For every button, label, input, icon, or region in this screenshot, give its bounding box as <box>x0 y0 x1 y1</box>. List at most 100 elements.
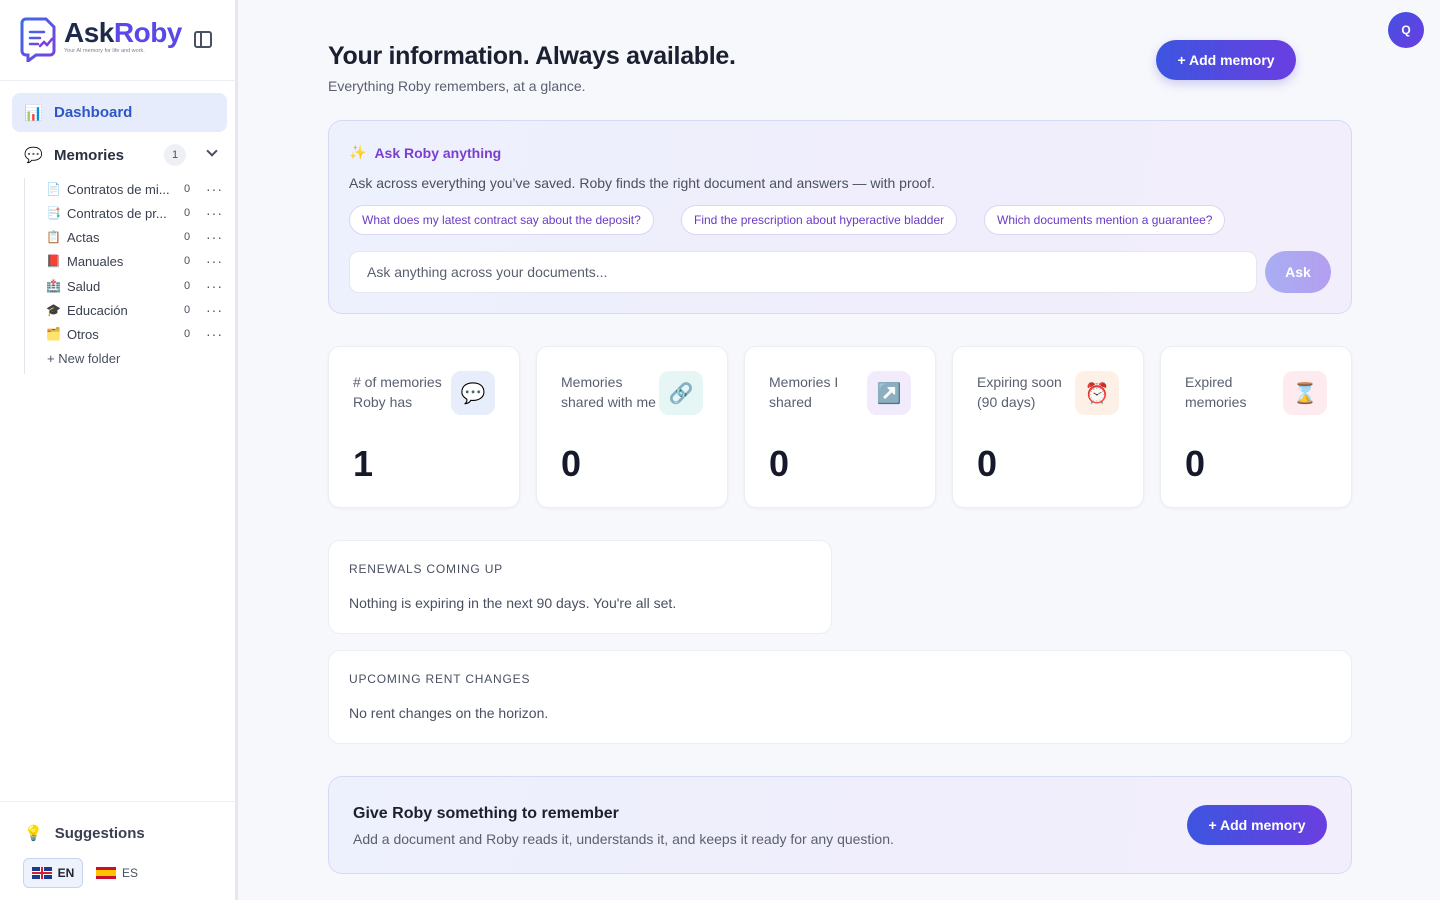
ask-input[interactable]: Ask anything across your documents... <box>349 251 1257 293</box>
more-options-icon[interactable]: ··· <box>206 326 223 342</box>
language-label: ES <box>121 866 138 880</box>
page-subtitle: Everything Roby remembers, at a glance. <box>328 78 586 94</box>
folder-count: 0 <box>184 207 191 219</box>
avatar[interactable]: Q <box>1388 12 1424 48</box>
more-options-icon[interactable]: ··· <box>206 278 223 294</box>
stat-value: 0 <box>1185 443 1206 484</box>
rent-changes-panel: UPCOMING RENT CHANGES No rent changes on… <box>328 650 1352 744</box>
folder-count: 0 <box>184 304 191 316</box>
divider <box>0 80 235 81</box>
panel-text: No rent changes on the horizon. <box>349 705 549 721</box>
folder-item[interactable]: 🏥 Salud 0 ··· <box>46 275 228 297</box>
page-title: Your information. Always available. <box>328 42 736 70</box>
brand-logo[interactable]: AskRoby Your AI memory for life and work… <box>20 16 182 64</box>
stat-card-expired[interactable]: Expired memories ⌛ 0 <box>1160 346 1352 508</box>
folder-item[interactable]: 📋 Actas 0 ··· <box>46 226 228 248</box>
folder-name: Actas <box>67 229 100 245</box>
card-index-icon: 🗂️ <box>46 327 61 341</box>
more-options-icon[interactable]: ··· <box>206 302 223 318</box>
folder-name: Manuales <box>67 253 124 269</box>
chevron-down-icon[interactable] <box>206 145 218 157</box>
brand-tagline: Your AI memory for life and work. <box>64 48 145 54</box>
ask-description: Ask across everything you’ve saved. Roby… <box>349 175 935 191</box>
divider <box>0 801 235 802</box>
language-label: EN <box>57 866 75 880</box>
folder-name: Otros <box>67 326 99 342</box>
stat-value: 0 <box>977 443 998 484</box>
suggestion-chip[interactable]: Find the prescription about hyperactive … <box>681 205 958 235</box>
language-es-button[interactable]: ES <box>92 858 142 888</box>
language-en-button[interactable]: EN <box>23 858 83 888</box>
add-memory-button[interactable]: + Add memory <box>1187 805 1327 845</box>
cta-title: Give Roby something to remember <box>353 805 619 822</box>
alarm-clock-icon: ⏰ <box>1075 371 1119 415</box>
new-folder-button[interactable]: + New folder <box>47 351 120 366</box>
suggestion-chip[interactable]: Which documents mention a guarantee? <box>984 205 1226 235</box>
panel-title: RENEWALS COMING UP <box>349 562 503 576</box>
hospital-icon: 🏥 <box>46 279 61 293</box>
more-options-icon[interactable]: ··· <box>206 253 223 269</box>
arrow-up-right-icon: ↗️ <box>867 371 911 415</box>
add-memory-button[interactable]: + Add memory <box>1156 40 1296 80</box>
folder-count: 0 <box>184 255 191 267</box>
folder-item[interactable]: 📕 Manuales 0 ··· <box>46 250 228 272</box>
logo-document-icon <box>20 16 58 64</box>
document-icon: 📄 <box>46 182 61 196</box>
lightbulb-icon: 💡 <box>24 825 43 842</box>
suggestions-button[interactable]: 💡 Suggestions <box>24 824 145 843</box>
stat-label: Memories I shared <box>769 374 839 410</box>
ask-button[interactable]: Ask <box>1265 251 1331 293</box>
stat-card-expiring-soon[interactable]: Expiring soon (90 days) ⏰ 0 <box>952 346 1144 508</box>
ask-title-label: Ask Roby anything <box>374 144 502 161</box>
stat-card-memories[interactable]: # of memories Roby has 💬 1 <box>328 346 520 508</box>
suggestion-chip[interactable]: What does my latest contract say about t… <box>349 205 654 235</box>
cta-text: Add a document and Roby reads it, unders… <box>353 831 894 847</box>
document-icon: 📑 <box>46 206 61 220</box>
add-memory-cta: Give Roby something to remember Add a do… <box>328 776 1352 874</box>
graduation-cap-icon: 🎓 <box>46 303 61 317</box>
folder-item[interactable]: 📄 Contratos de mi... 0 ··· <box>46 178 228 200</box>
brand-name: AskRoby <box>64 17 182 48</box>
spain-flag-icon <box>95 867 116 879</box>
speech-bubble-icon: 💬 <box>24 147 43 164</box>
folder-name: Contratos de pr... <box>67 205 167 221</box>
folder-item[interactable]: 🎓 Educación 0 ··· <box>46 299 228 321</box>
stat-value: 0 <box>769 443 790 484</box>
folder-count: 0 <box>184 231 191 243</box>
folder-item[interactable]: 🗂️ Otros 0 ··· <box>46 323 228 345</box>
stat-value: 1 <box>353 443 374 484</box>
more-options-icon[interactable]: ··· <box>206 205 223 221</box>
folder-count: 0 <box>184 280 191 292</box>
sparkles-icon: ✨ <box>349 144 367 160</box>
sidebar: AskRoby Your AI memory for life and work… <box>0 0 238 900</box>
ask-roby-card: ✨ Ask Roby anything Ask across everythin… <box>328 120 1352 314</box>
folder-count: 0 <box>184 183 191 195</box>
panel-text: Nothing is expiring in the next 90 days.… <box>349 595 677 611</box>
bar-chart-icon: 📊 <box>24 104 43 122</box>
renewals-panel: RENEWALS COMING UP Nothing is expiring i… <box>328 540 832 634</box>
stat-card-i-shared[interactable]: Memories I shared ↗️ 0 <box>744 346 936 508</box>
stat-label: Expired memories <box>1185 374 1247 410</box>
hourglass-icon: ⌛ <box>1283 371 1327 415</box>
folder-name: Educación <box>67 302 128 318</box>
ask-card-title: ✨ Ask Roby anything <box>349 144 501 161</box>
uk-flag-icon <box>31 867 52 879</box>
panel-title: UPCOMING RENT CHANGES <box>349 672 531 686</box>
folder-item[interactable]: 📑 Contratos de pr... 0 ··· <box>46 202 228 224</box>
clipboard-icon: 📋 <box>46 230 61 244</box>
sidebar-item-memories[interactable]: 💬 Memories 1 <box>12 136 227 174</box>
stat-label: # of memories Roby has <box>353 374 442 410</box>
suggestions-label: Suggestions <box>54 824 145 842</box>
book-icon: 📕 <box>46 254 61 268</box>
sidebar-item-label: Dashboard <box>54 104 133 121</box>
stat-label: Expiring soon (90 days) <box>977 374 1062 410</box>
more-options-icon[interactable]: ··· <box>206 181 223 197</box>
folder-name: Contratos de mi... <box>67 181 170 197</box>
folder-name: Salud <box>67 278 101 294</box>
more-options-icon[interactable]: ··· <box>206 229 223 245</box>
sidebar-toggle-icon[interactable] <box>194 31 212 48</box>
sidebar-item-label: Memories <box>54 146 125 164</box>
stat-card-shared-with-me[interactable]: Memories shared with me 🔗 0 <box>536 346 728 508</box>
sidebar-item-dashboard[interactable]: 📊 Dashboard <box>12 93 227 132</box>
speech-bubble-icon: 💬 <box>451 371 495 415</box>
